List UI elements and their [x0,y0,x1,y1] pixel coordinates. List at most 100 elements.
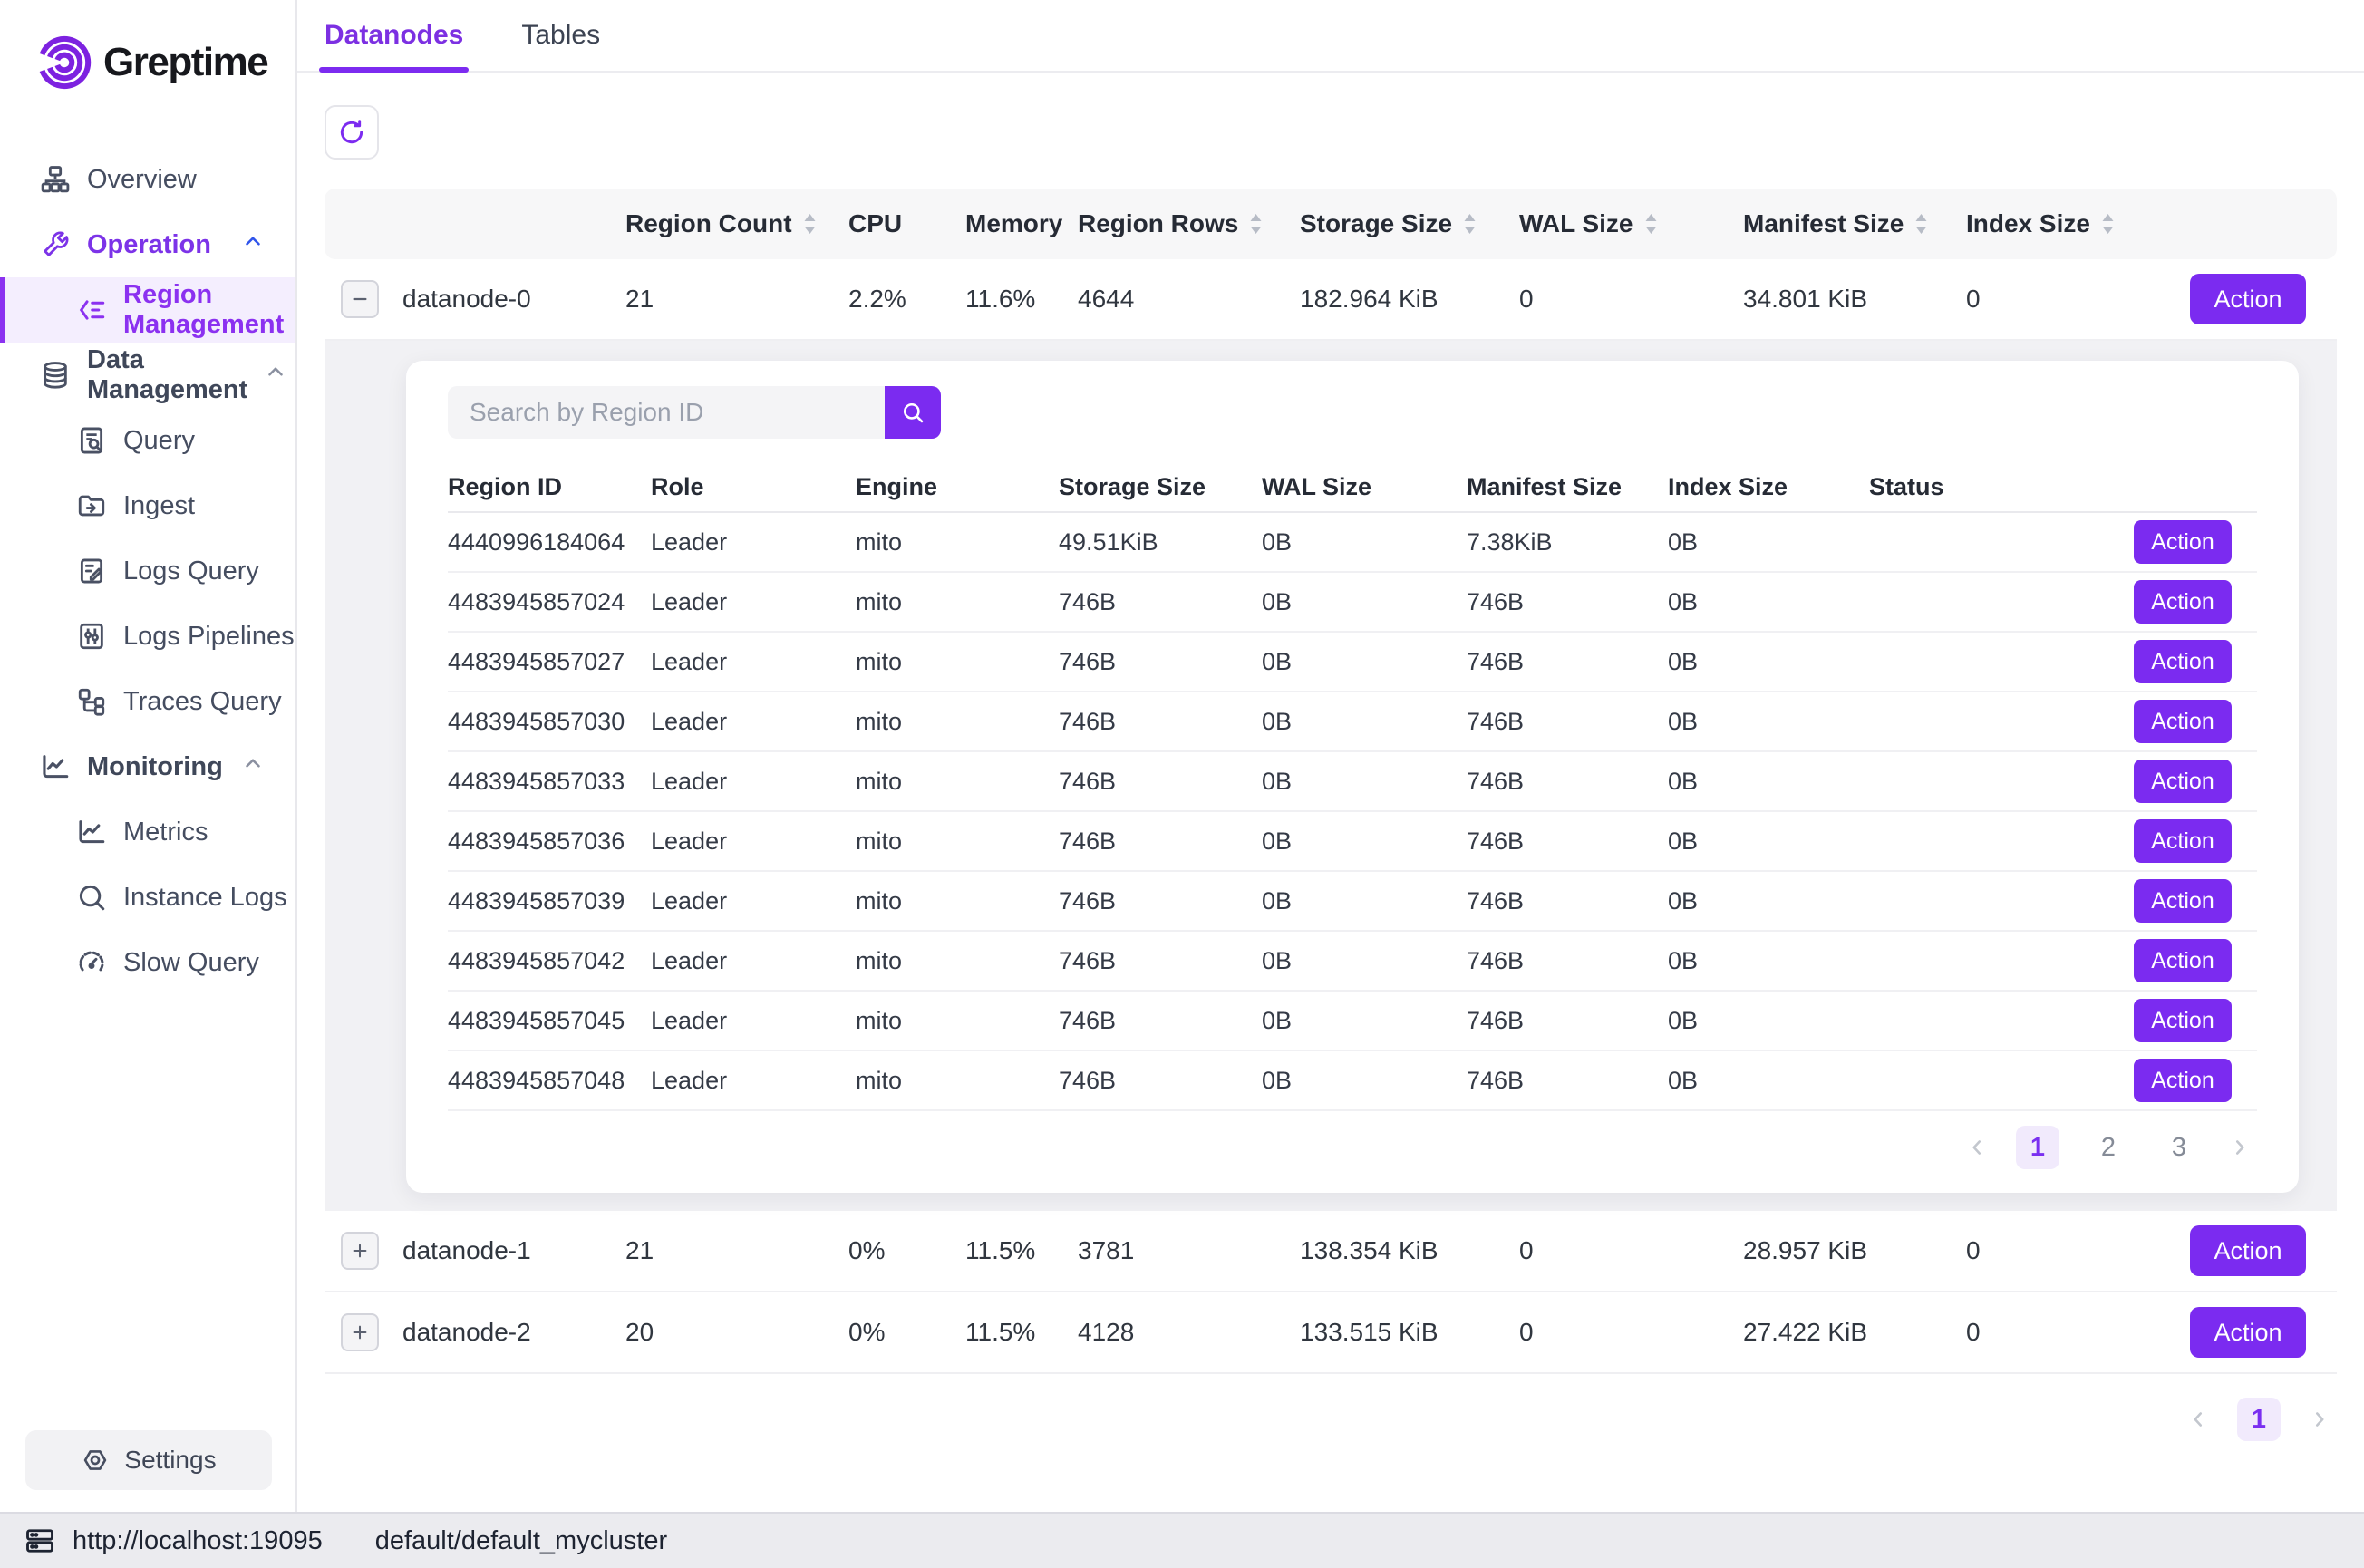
sidebar-group-data-management[interactable]: Data Management [0,343,296,408]
next-page-icon[interactable] [2308,1408,2331,1431]
cell-index-size: 0B [1668,648,1869,676]
chevron-up-icon[interactable] [241,229,265,260]
sidebar-item-overview[interactable]: Overview [0,147,296,212]
sidebar-item-logs-query[interactable]: Logs Query [0,538,296,604]
table-row-datanode-2: datanode-2 20 0% 11.5% 4128 133.515 KiB … [325,1292,2337,1374]
cell-storage-size: 746B [1059,947,1262,975]
sort-storage-size[interactable] [1463,213,1477,235]
search-button[interactable] [885,386,941,439]
server-url[interactable]: http://localhost:19095 [73,1526,323,1556]
cell-storage-size: 182.964 KiB [1300,285,1519,314]
cell-memory: 11.5% [965,1236,1078,1265]
sidebar-item-metrics[interactable]: Metrics [0,799,296,865]
cell-storage-size: 133.515 KiB [1300,1318,1519,1347]
region-row: 4440996184064 Leader mito 49.51KiB 0B 7.… [448,513,2257,573]
sort-manifest-size[interactable] [1914,213,1928,235]
action-button[interactable]: Action [2190,274,2306,324]
refresh-button[interactable] [325,105,379,160]
cell-index-size: 0B [1668,1067,1869,1095]
action-button[interactable]: Action [2134,580,2232,624]
cell-index-size: 0B [1668,768,1869,796]
action-button[interactable]: Action [2134,1059,2232,1102]
sidebar-item-ingest[interactable]: Ingest [0,473,296,538]
sort-index-size[interactable] [2101,213,2115,235]
cell-region-rows: 3781 [1078,1236,1300,1265]
table-row-datanode-1: datanode-1 21 0% 11.5% 3781 138.354 KiB … [325,1211,2337,1292]
collapse-toggle[interactable] [341,280,379,318]
settings-button[interactable]: Settings [25,1430,272,1490]
sort-region-count[interactable] [803,213,817,235]
sidebar-group-monitoring[interactable]: Monitoring [0,734,296,799]
tab-datanodes[interactable]: Datanodes [325,0,463,71]
action-button[interactable]: Action [2134,879,2232,923]
sidebar-item-instance-logs[interactable]: Instance Logs [0,865,296,930]
sort-wal-size[interactable] [1644,213,1658,235]
cell-wal-size: 0B [1262,588,1467,616]
expand-toggle[interactable] [341,1313,379,1351]
region-row: 4483945857048 Leader mito 746B 0B 746B 0… [448,1051,2257,1111]
chevron-up-icon[interactable] [264,360,287,391]
datanode-name: datanode-2 [402,1318,625,1347]
prev-page-icon[interactable] [2186,1408,2210,1431]
action-button[interactable]: Action [2134,640,2232,683]
refresh-icon [337,118,366,147]
sidebar-item-label: Ingest [123,491,195,521]
cell-index-size: 0B [1668,528,1869,557]
wrench-icon [40,229,71,260]
page-1[interactable]: 1 [2016,1126,2059,1169]
sidebar-item-region-management[interactable]: Region Management [0,277,296,343]
gauge-icon [76,947,107,978]
cell-wal-size: 0B [1262,708,1467,736]
cell-manifest-size: 746B [1467,947,1668,975]
search-input[interactable] [448,386,885,439]
sidebar-item-label: Logs Pipelines [123,622,295,652]
cell-storage-size: 746B [1059,708,1262,736]
action-button[interactable]: Action [2134,939,2232,982]
cell-region-count: 21 [625,1236,848,1265]
cell-index-size: 0B [1668,708,1869,736]
status-bar: http://localhost:19095 default/default_m… [0,1512,2364,1568]
cell-role: Leader [651,1067,856,1095]
tab-bar: Datanodes Tables [297,0,2364,73]
prev-page-icon[interactable] [1965,1136,1989,1159]
cell-engine: mito [856,1007,1059,1035]
sidebar-group-operation[interactable]: Operation [0,212,296,277]
cell-region-id: 4440996184064 [448,528,651,557]
sidebar-item-query[interactable]: Query [0,408,296,473]
cell-manifest-size: 746B [1467,1007,1668,1035]
action-button[interactable]: Action [2190,1225,2306,1276]
action-button[interactable]: Action [2134,999,2232,1042]
next-page-icon[interactable] [2228,1136,2252,1159]
document-search-icon [76,425,107,456]
col-manifest-size: Manifest Size [1467,473,1668,501]
cell-region-id: 4483945857039 [448,887,651,915]
database-icon [40,360,71,391]
datanodes-table-header: Region Count CPU Memory Region Rows Stor… [325,189,2337,259]
cell-index-size: 0 [1966,1236,2190,1265]
expand-toggle[interactable] [341,1232,379,1270]
cell-region-id: 4483945857042 [448,947,651,975]
sidebar-item-traces-query[interactable]: Traces Query [0,669,296,734]
magnifier-icon [76,882,107,913]
cell-engine: mito [856,708,1059,736]
tab-tables[interactable]: Tables [521,0,600,71]
cluster-name[interactable]: default/default_mycluster [375,1526,667,1556]
action-button[interactable]: Action [2134,520,2232,564]
col-region-rows: Region Rows [1078,209,1238,238]
action-button[interactable]: Action [2134,819,2232,863]
action-button[interactable]: Action [2134,760,2232,803]
cell-memory: 11.5% [965,1318,1078,1347]
action-button[interactable]: Action [2190,1307,2306,1358]
sort-region-rows[interactable] [1249,213,1263,235]
action-button[interactable]: Action [2134,700,2232,743]
sidebar-item-slow-query[interactable]: Slow Query [0,930,296,995]
page-1[interactable]: 1 [2237,1398,2281,1441]
trace-tree-icon [76,686,107,717]
page-2[interactable]: 2 [2087,1126,2130,1169]
page-3[interactable]: 3 [2157,1126,2201,1169]
cell-manifest-size: 746B [1467,708,1668,736]
chevron-up-icon[interactable] [241,751,265,782]
region-row: 4483945857045 Leader mito 746B 0B 746B 0… [448,992,2257,1051]
cell-region-count: 20 [625,1318,848,1347]
sidebar-item-logs-pipelines[interactable]: Logs Pipelines [0,604,296,669]
